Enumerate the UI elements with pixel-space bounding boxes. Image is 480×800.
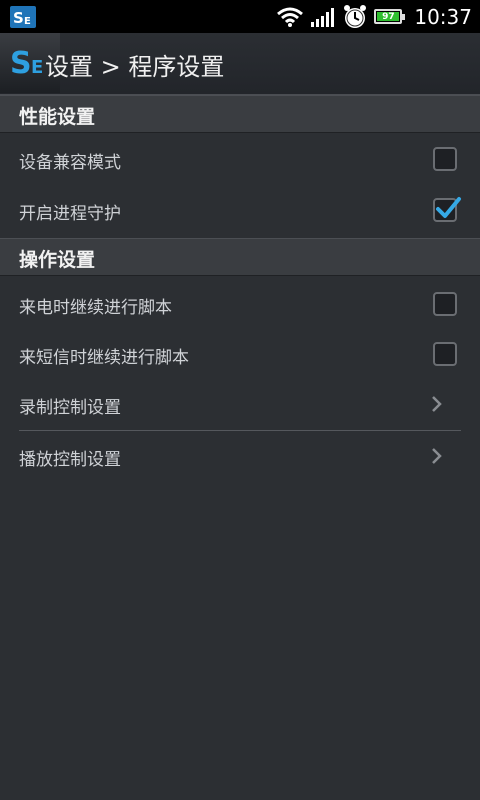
page-title: 设置 > 程序设置	[45, 53, 225, 81]
battery-icon: 97	[374, 9, 406, 24]
divider	[19, 430, 461, 431]
status-bar: S E 97 10:37	[0, 0, 480, 33]
setting-playback-control[interactable]: 播放控制设置	[0, 432, 480, 482]
svg-text:E: E	[31, 57, 43, 78]
setting-record-control[interactable]: 录制控制设置	[0, 380, 480, 430]
setting-label: 来短信时继续进行脚本	[19, 348, 189, 368]
section-label: 性能设置	[19, 106, 96, 128]
process-guard-checkbox[interactable]	[433, 197, 461, 222]
setting-continue-on-call[interactable]: 来电时继续进行脚本	[0, 280, 480, 330]
device-compat-checkbox[interactable]	[433, 147, 457, 171]
continue-on-sms-checkbox[interactable]	[433, 342, 457, 366]
title-bar: S E 设置 > 程序设置	[0, 33, 480, 95]
svg-text:S: S	[13, 9, 24, 27]
setting-continue-on-sms[interactable]: 来短信时继续进行脚本	[0, 330, 480, 380]
clock-time: 10:37	[414, 4, 472, 29]
section-header-operation: 操作设置	[0, 238, 480, 276]
svg-text:E: E	[24, 16, 31, 27]
continue-on-call-checkbox[interactable]	[433, 292, 457, 316]
svg-text:S: S	[10, 46, 32, 81]
wifi-icon	[277, 7, 304, 27]
alarm-icon	[344, 4, 367, 28]
setting-process-guard[interactable]: 开启进程守护	[0, 186, 480, 236]
battery-level: 97	[382, 11, 395, 22]
section-header-performance: 性能设置	[0, 95, 480, 133]
checkmark-icon	[436, 197, 461, 218]
chevron-right-icon	[432, 448, 442, 464]
chevron-right-icon	[432, 396, 442, 412]
setting-label: 播放控制设置	[19, 450, 121, 470]
app-icon: S E	[10, 6, 36, 28]
setting-device-compat-mode[interactable]: 设备兼容模式	[0, 135, 480, 185]
section-label: 操作设置	[19, 249, 96, 271]
signal-icon	[311, 7, 335, 27]
setting-label: 设备兼容模式	[19, 153, 121, 173]
setting-label: 开启进程守护	[19, 204, 121, 224]
setting-label: 录制控制设置	[19, 398, 121, 418]
setting-label: 来电时继续进行脚本	[19, 298, 172, 318]
